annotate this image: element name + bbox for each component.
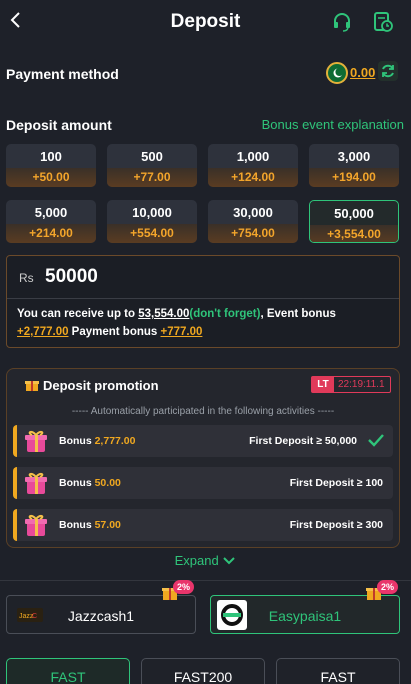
event-bonus-value: +2,777.00	[17, 326, 69, 338]
countdown-timer: 22:19:11.1	[338, 379, 385, 390]
amount-option[interactable]: 10,000 +554.00	[107, 200, 197, 243]
amount-input[interactable]	[45, 266, 345, 288]
amount-input-box: Rs You can receive up to 53,554.00(don't…	[6, 255, 400, 348]
divider	[0, 580, 411, 581]
balance-value: 0.00	[350, 65, 376, 80]
receive-info: You can receive up to 53,554.00(don't fo…	[7, 299, 399, 347]
gift-box-icon	[25, 430, 47, 452]
channel-option-selected[interactable]: FAST	[6, 658, 130, 684]
amount-bonus: +50.00	[6, 168, 96, 187]
limited-time-badge: LT 22:19:11.1	[311, 376, 391, 393]
amount-bonus: +3,554.00	[310, 225, 398, 242]
deposit-condition: First Deposit ≥ 300	[289, 519, 383, 531]
channel-option[interactable]: FAST200	[141, 658, 265, 684]
bonus-explanation-link[interactable]: Bonus event explanation	[262, 117, 404, 132]
amount-option[interactable]: 100 +50.00	[6, 144, 96, 187]
promotion-row: Bonus 57.00 First Deposit ≥ 300	[13, 509, 393, 541]
amount-value: 50,000	[334, 206, 374, 221]
payment-option-jazzcash[interactable]: Jazz C Jazzcash1 2%	[6, 580, 196, 634]
lt-label: LT	[312, 377, 334, 392]
dont-forget-note: (don't forget)	[189, 308, 261, 320]
amount-option-selected[interactable]: 50,000 +3,554.00	[309, 200, 399, 243]
gift-box-icon	[25, 514, 47, 536]
bonus-label: Bonus	[59, 519, 92, 531]
amount-value: 100	[40, 149, 62, 164]
amount-bonus: +214.00	[6, 224, 96, 243]
history-icon[interactable]	[372, 11, 394, 33]
gift-box-icon	[25, 472, 47, 494]
deposit-amount-row: Deposit amount Bonus event explanation	[6, 115, 404, 135]
bonus-percent: 2%	[173, 580, 195, 594]
deposit-page: Deposit Payment method 0.00 Deposit amou…	[0, 0, 411, 684]
bonus-value: 50.00	[94, 477, 121, 489]
amount-value: 1,000	[236, 149, 270, 164]
header: Deposit	[0, 0, 411, 44]
info-text-2: , Event bonus	[260, 308, 336, 320]
chevron-down-icon	[223, 557, 236, 565]
promotion-row: Bonus 50.00 First Deposit ≥ 100	[13, 467, 393, 499]
deposit-condition: First Deposit ≥ 50,000	[249, 435, 357, 447]
expand-button[interactable]: Expand	[0, 553, 411, 568]
amount-value: 5,000	[34, 205, 68, 220]
customer-service-icon[interactable]	[331, 11, 353, 33]
amount-option[interactable]: 5,000 +214.00	[6, 200, 96, 243]
deposit-condition: First Deposit ≥ 100	[289, 477, 383, 489]
amount-option[interactable]: 3,000 +194.00	[309, 144, 399, 187]
deposit-promotion-panel: Deposit promotion LT 22:19:11.1 ----- Au…	[6, 368, 400, 548]
payment-bonus-value: +777.00	[160, 326, 203, 338]
pakistan-flag-icon	[326, 62, 348, 84]
promotion-bonus: Bonus 57.00	[59, 519, 121, 531]
amount-option[interactable]: 500 +77.00	[107, 144, 197, 187]
bonus-label: Bonus	[59, 477, 92, 489]
amount-value: 30,000	[233, 205, 273, 220]
check-icon	[368, 434, 384, 447]
deposit-amount-label: Deposit amount	[6, 117, 112, 133]
channel-option[interactable]: FAST	[276, 658, 400, 684]
payment-name: Jazzcash1	[67, 608, 135, 624]
payment-method-row: Payment method 0.00	[6, 61, 404, 84]
gift-icon	[25, 381, 39, 391]
promotion-row: Bonus 2,777.00 First Deposit ≥ 50,000	[13, 425, 393, 457]
payment-option-easypaisa[interactable]: Easypaisa1 2%	[210, 580, 400, 634]
promotion-title-row: Deposit promotion	[25, 378, 159, 393]
amount-bonus: +77.00	[107, 168, 197, 187]
bonus-value: 2,777.00	[94, 435, 136, 447]
bonus-tag: 2%	[161, 580, 201, 602]
amount-option[interactable]: 30,000 +754.00	[208, 200, 298, 243]
amount-option[interactable]: 1,000 +124.00	[208, 144, 298, 187]
payment-name: Easypaisa1	[268, 608, 342, 624]
info-text-3: Payment bonus	[68, 326, 161, 338]
bonus-label: Bonus	[59, 435, 92, 447]
total-receive: 53,554.00	[138, 308, 190, 320]
promotion-bonus: Bonus 50.00	[59, 477, 121, 489]
promotion-subtitle: ----- Automatically participated in the …	[71, 406, 335, 417]
amount-bonus: +554.00	[107, 224, 197, 243]
payment-method-label: Payment method	[6, 66, 119, 82]
expand-label: Expand	[174, 553, 219, 568]
bonus-tag: 2%	[365, 580, 405, 602]
amount-bonus: +124.00	[208, 168, 298, 187]
amount-input-row: Rs	[7, 256, 399, 299]
amount-bonus: +194.00	[309, 168, 399, 187]
promotion-bonus: Bonus 2,777.00	[59, 435, 135, 447]
currency-label: Rs	[19, 271, 34, 285]
amount-value: 10,000	[132, 205, 172, 220]
amount-value: 500	[141, 149, 163, 164]
refresh-icon[interactable]	[378, 61, 398, 81]
promotion-title: Deposit promotion	[43, 378, 159, 393]
bonus-value: 57.00	[94, 519, 121, 531]
info-text-1: You can receive up to	[17, 308, 139, 320]
amount-value: 3,000	[337, 149, 371, 164]
amount-bonus: +754.00	[208, 224, 298, 243]
bonus-percent: 2%	[377, 580, 399, 594]
